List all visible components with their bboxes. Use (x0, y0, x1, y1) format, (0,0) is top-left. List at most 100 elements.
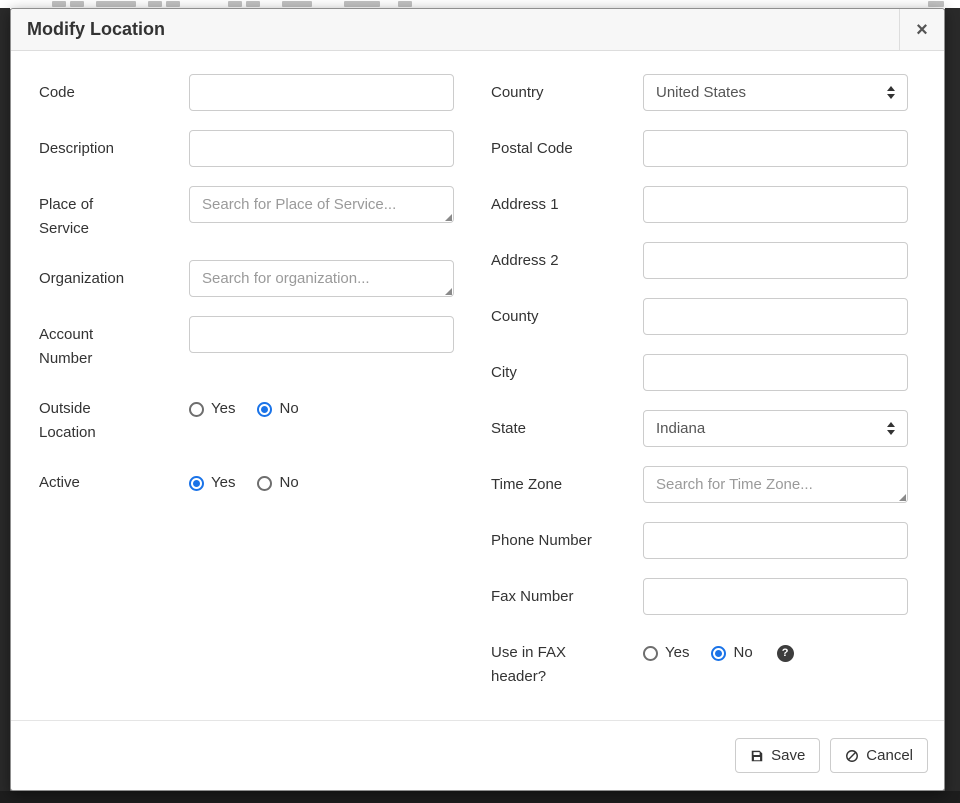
field-address-1: Address 1 (491, 186, 908, 223)
radio-icon (257, 476, 272, 491)
country-select-value: United States (656, 84, 746, 101)
radio-label: Yes (211, 471, 235, 495)
background-fragment (166, 1, 180, 7)
field-label: Use in FAX header? (491, 634, 603, 689)
radio-selected-icon (711, 646, 726, 661)
radio-icon (643, 646, 658, 661)
outside-location-yes-radio[interactable]: Yes (189, 397, 235, 421)
backdrop-right (945, 8, 960, 803)
field-address-2: Address 2 (491, 242, 908, 279)
help-icon[interactable]: ? (777, 645, 794, 662)
field-use-in-fax-header: Use in FAX header? Yes No ? (491, 634, 908, 689)
use-in-fax-header-yes-radio[interactable]: Yes (643, 641, 689, 665)
radio-selected-icon (189, 476, 204, 491)
field-label: Account Number (39, 316, 144, 371)
dropdown-corner-icon (445, 214, 452, 221)
field-country: Country United States (491, 74, 908, 111)
field-label: Phone Number (491, 522, 603, 553)
dropdown-corner-icon (445, 288, 452, 295)
radio-label: No (279, 471, 298, 495)
radio-icon (189, 402, 204, 417)
field-label: Fax Number (491, 578, 603, 609)
postal-code-input[interactable] (643, 130, 908, 167)
cancel-slash-icon (845, 749, 859, 763)
address-1-input[interactable] (643, 186, 908, 223)
background-fragment (96, 1, 136, 7)
field-active: Active Yes No (39, 464, 454, 495)
city-input[interactable] (643, 354, 908, 391)
field-label: County (491, 298, 603, 329)
backdrop-bottom (0, 791, 960, 803)
field-fax-number: Fax Number (491, 578, 908, 615)
save-button-label: Save (771, 747, 805, 764)
field-phone-number: Phone Number (491, 522, 908, 559)
field-label: Organization (39, 260, 144, 291)
dialog-body: Code Description Place of Service (11, 51, 944, 720)
dropdown-corner-icon (899, 494, 906, 501)
field-code: Code (39, 74, 454, 111)
radio-label: Yes (211, 397, 235, 421)
active-no-radio[interactable]: No (257, 471, 298, 495)
select-arrows-icon (887, 422, 895, 435)
field-label: City (491, 354, 603, 385)
field-label: Country (491, 74, 603, 105)
fax-number-input[interactable] (643, 578, 908, 615)
field-place-of-service: Place of Service (39, 186, 454, 241)
address-2-input[interactable] (643, 242, 908, 279)
background-fragment (52, 1, 66, 7)
background-fragment (282, 1, 312, 7)
time-zone-search-input[interactable] (643, 466, 908, 503)
field-time-zone: Time Zone (491, 466, 908, 503)
field-label: Code (39, 74, 144, 105)
background-fragment (148, 1, 162, 7)
code-input[interactable] (189, 74, 454, 111)
account-number-input[interactable] (189, 316, 454, 353)
state-select[interactable]: Indiana (643, 410, 908, 447)
field-city: City (491, 354, 908, 391)
phone-number-input[interactable] (643, 522, 908, 559)
background-fragment (398, 1, 412, 7)
country-select[interactable]: United States (643, 74, 908, 111)
background-fragment (70, 1, 84, 7)
form-column-left: Code Description Place of Service (39, 74, 454, 708)
field-organization: Organization (39, 260, 454, 297)
field-account-number: Account Number (39, 316, 454, 371)
radio-label: Yes (665, 641, 689, 665)
outside-location-no-radio[interactable]: No (257, 397, 298, 421)
dialog-title: Modify Location (11, 9, 899, 50)
field-label: Time Zone (491, 466, 603, 497)
cancel-button-label: Cancel (866, 747, 913, 764)
radio-label: No (733, 641, 752, 665)
field-label: State (491, 410, 603, 441)
organization-search-input[interactable] (189, 260, 454, 297)
county-input[interactable] (643, 298, 908, 335)
background-fragment (928, 1, 944, 7)
active-yes-radio[interactable]: Yes (189, 471, 235, 495)
state-select-value: Indiana (656, 420, 705, 437)
background-fragment (246, 1, 260, 7)
background-fragment (344, 1, 380, 7)
place-of-service-search-input[interactable] (189, 186, 454, 223)
radio-selected-icon (257, 402, 272, 417)
background-fragment (228, 1, 242, 7)
close-button[interactable]: × (899, 9, 944, 50)
field-label: Active (39, 464, 144, 495)
description-input[interactable] (189, 130, 454, 167)
use-in-fax-header-no-radio[interactable]: No (711, 641, 752, 665)
field-label: Place of Service (39, 186, 144, 241)
form-column-right: Country United States Postal Code (491, 74, 908, 708)
field-label: Address 1 (491, 186, 603, 217)
field-description: Description (39, 130, 454, 167)
select-arrows-icon (887, 86, 895, 99)
dialog-footer: Save Cancel (11, 720, 944, 790)
field-label: Outside Location (39, 390, 144, 445)
use-in-fax-header-radio-group: Yes No ? (643, 634, 908, 665)
field-state: State Indiana (491, 410, 908, 447)
save-disk-icon (750, 749, 764, 763)
cancel-button[interactable]: Cancel (830, 738, 928, 773)
field-label: Address 2 (491, 242, 603, 273)
dialog-header: Modify Location × (11, 9, 944, 51)
outside-location-radio-group: Yes No (189, 390, 454, 421)
save-button[interactable]: Save (735, 738, 820, 773)
radio-label: No (279, 397, 298, 421)
